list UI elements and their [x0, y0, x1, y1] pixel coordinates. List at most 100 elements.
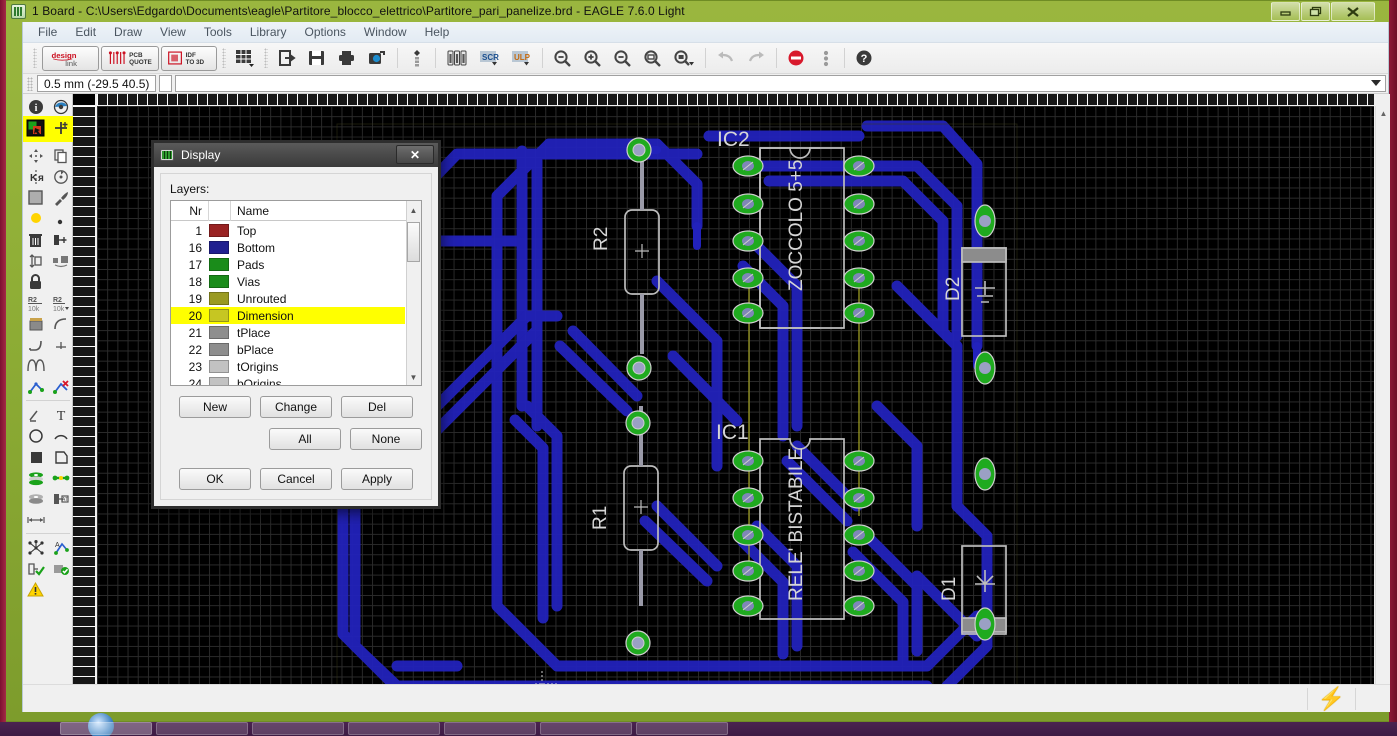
pcb-quote-button[interactable]: PCB QUOTE [101, 45, 159, 71]
toolbar-grip[interactable] [33, 48, 37, 68]
idf-to-3d-button[interactable]: IDF TO 3D [161, 45, 217, 71]
rect-icon[interactable] [23, 446, 48, 467]
move-icon[interactable] [23, 145, 48, 166]
pad-icon[interactable] [23, 488, 48, 509]
layer-row-vias[interactable]: 18 Vias [171, 273, 405, 290]
zoom-in-icon[interactable] [579, 46, 607, 71]
layers-scrollbar[interactable]: ▲ ▼ [406, 201, 421, 385]
show-icon[interactable] [48, 96, 73, 117]
layer-color-swatch[interactable] [209, 241, 229, 254]
ulp-icon[interactable]: ULP [506, 46, 536, 71]
meander-icon[interactable] [23, 355, 48, 376]
layer-row-torigins[interactable]: 23 tOrigins [171, 358, 405, 375]
scroll-up-icon[interactable]: ▲ [1376, 106, 1391, 121]
group-icon[interactable] [23, 187, 48, 208]
hole-icon[interactable] [48, 467, 73, 488]
command-input[interactable] [175, 75, 1386, 92]
taskbar-item[interactable] [540, 722, 632, 735]
mirror-icon[interactable]: Kя [23, 166, 48, 187]
zoom-fit-icon[interactable] [549, 46, 577, 71]
paste-icon[interactable] [23, 208, 48, 229]
dimension-icon[interactable] [23, 509, 48, 530]
layers-listbox[interactable]: Nr Name 1 Top 16 Bottom 17 Pads 18 Vias … [170, 200, 422, 386]
layer-color-swatch[interactable] [209, 360, 229, 373]
all-button[interactable]: All [269, 428, 341, 450]
info-icon[interactable]: i [23, 96, 48, 117]
zoom-redraw-icon[interactable] [639, 46, 667, 71]
board-schematic-icon[interactable] [404, 46, 429, 71]
scroll-down-icon[interactable]: ▼ [406, 370, 421, 385]
copy-icon[interactable] [48, 145, 73, 166]
design-link-button[interactable]: design link [42, 45, 99, 71]
delete-dot-icon[interactable] [48, 208, 73, 229]
toolbar-grip-2[interactable] [222, 48, 226, 68]
route-icon[interactable] [23, 376, 48, 397]
redo-icon[interactable] [742, 46, 770, 71]
close-button[interactable] [1331, 2, 1375, 21]
scrollbar-thumb[interactable] [407, 222, 420, 262]
name-icon[interactable]: R2 10k [23, 292, 48, 313]
undo-icon[interactable] [712, 46, 740, 71]
help-icon[interactable]: ? [851, 46, 879, 71]
scroll-up-icon[interactable]: ▲ [406, 203, 421, 218]
script-icon[interactable]: SCR [474, 46, 504, 71]
toolbar-grip-3[interactable] [264, 48, 268, 68]
command-mode-box[interactable] [159, 75, 173, 92]
value-icon[interactable]: R2 10k [48, 292, 73, 313]
layer-row-borigins[interactable]: 24 bOrigins [171, 375, 405, 385]
new-button[interactable]: New [179, 396, 251, 418]
menu-tools[interactable]: Tools [195, 23, 241, 41]
layer-color-swatch[interactable] [209, 224, 229, 237]
rotate-icon[interactable] [48, 166, 73, 187]
text-icon[interactable]: T [48, 404, 73, 425]
menu-library[interactable]: Library [241, 23, 296, 41]
ripup-icon[interactable] [48, 376, 73, 397]
menu-edit[interactable]: Edit [66, 23, 105, 41]
menu-options[interactable]: Options [296, 23, 355, 41]
drc-icon[interactable] [442, 46, 472, 71]
ok-button[interactable]: OK [179, 468, 251, 490]
circle-icon[interactable] [23, 425, 48, 446]
chevron-down-icon[interactable] [1371, 80, 1381, 86]
dialog-close-button[interactable]: ✕ [396, 145, 434, 164]
menu-file[interactable]: File [29, 23, 66, 41]
layer-color-swatch[interactable] [209, 309, 229, 322]
stop-icon[interactable] [783, 46, 811, 71]
taskbar-item[interactable] [636, 722, 728, 735]
pinswap-icon[interactable] [23, 250, 48, 271]
layer-color-swatch[interactable] [209, 343, 229, 356]
ratsnest-icon[interactable] [23, 537, 48, 558]
wire-icon[interactable] [23, 404, 48, 425]
menu-draw[interactable]: Draw [105, 23, 151, 41]
save-icon[interactable] [303, 46, 331, 71]
trash-icon[interactable] [23, 229, 48, 250]
cam-icon[interactable] [363, 46, 391, 71]
layer-row-top[interactable]: 1 Top [171, 222, 405, 239]
grid-icon[interactable] [231, 46, 259, 71]
autorouter-icon[interactable]: A [48, 537, 73, 558]
miter-icon[interactable] [48, 313, 73, 334]
layer-color-swatch[interactable] [209, 275, 229, 288]
arc-icon[interactable] [48, 425, 73, 446]
taskbar-item[interactable] [252, 722, 344, 735]
change-icon[interactable] [48, 187, 73, 208]
layer-row-dimension[interactable]: 20 Dimension [171, 307, 405, 324]
maximize-button[interactable] [1301, 2, 1330, 21]
zoom-select-icon[interactable] [669, 46, 699, 71]
smash-icon[interactable] [23, 313, 48, 334]
taskbar-item[interactable] [348, 722, 440, 735]
taskbar-item[interactable] [60, 722, 152, 735]
layer-color-swatch[interactable] [209, 292, 229, 305]
vertical-scrollbar[interactable]: ▲ [1375, 106, 1390, 694]
mark-icon[interactable] [48, 117, 73, 138]
polygon-icon[interactable] [48, 446, 73, 467]
lock-icon[interactable] [23, 271, 48, 292]
optimize-icon[interactable] [48, 334, 73, 355]
command-bar-grip[interactable] [27, 76, 33, 91]
del-button[interactable]: Del [341, 396, 413, 418]
split-icon[interactable] [23, 334, 48, 355]
via-icon[interactable] [23, 467, 48, 488]
layer-row-bplace[interactable]: 22 bPlace [171, 341, 405, 358]
layer-color-swatch[interactable] [209, 326, 229, 339]
errors-icon[interactable] [23, 579, 48, 600]
